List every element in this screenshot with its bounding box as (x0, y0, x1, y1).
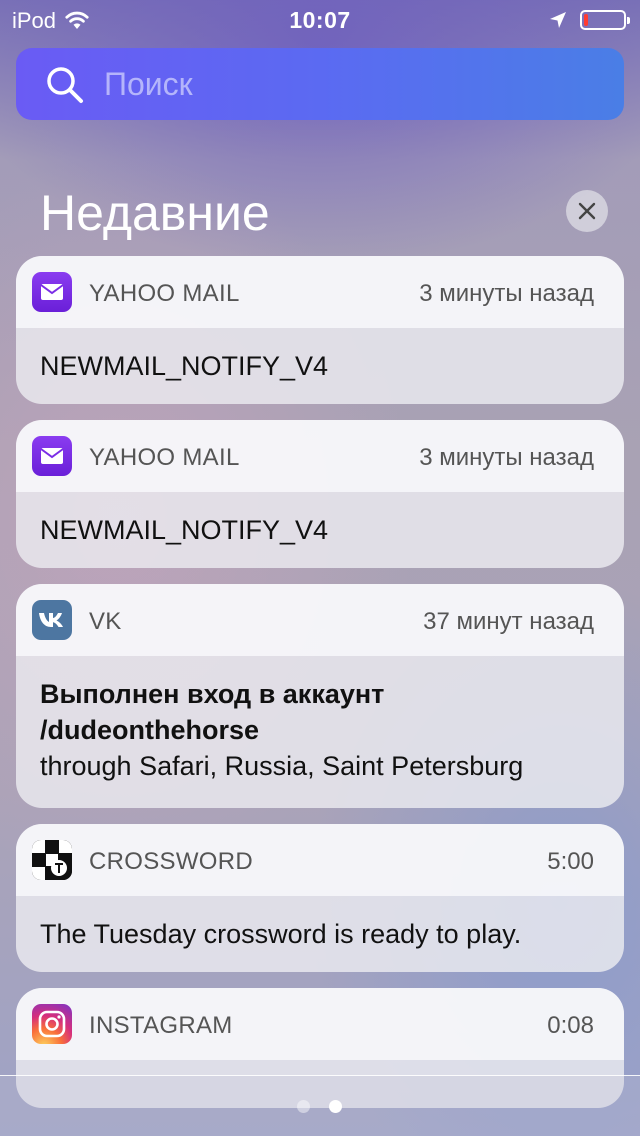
close-icon (578, 202, 596, 220)
page-dot-1[interactable] (297, 1100, 310, 1113)
notification-time: 3 минуты назад (419, 280, 594, 307)
app-name: CROSSWORD (89, 848, 254, 875)
notification-card-yahoo-1[interactable]: YAHOO MAIL 3 минуты назад NEWMAIL_NOTIFY… (16, 256, 624, 404)
app-name: YAHOO MAIL (89, 444, 240, 471)
battery-fill (584, 14, 588, 26)
section-title: Недавние (40, 185, 270, 241)
notification-title: Выполнен вход в аккаунт /dudeonthehorse (40, 679, 385, 745)
notification-body: NEWMAIL_NOTIFY_V4 (40, 351, 329, 381)
app-name: VK (89, 608, 122, 635)
location-arrow-icon (550, 12, 566, 28)
search-input[interactable] (104, 62, 604, 106)
clear-notifications-button[interactable] (566, 190, 608, 232)
notification-header: VK 37 минут назад (16, 584, 624, 656)
status-bar: iPod 10:07 (0, 0, 640, 40)
app-name: YAHOO MAIL (89, 280, 240, 307)
battery-icon (580, 10, 630, 30)
search-icon (47, 67, 83, 103)
yahoo-mail-icon (32, 436, 72, 476)
notification-content: Выполнен вход в аккаунт /dudeonthehorse … (16, 656, 624, 784)
notification-header: YAHOO MAIL 3 минуты назад (16, 420, 624, 492)
notification-body: through Safari, Russia, Saint Petersburg (40, 751, 524, 781)
instagram-icon (32, 1004, 72, 1044)
notification-time: 3 минуты назад (419, 444, 594, 471)
notification-header: INSTAGRAM 0:08 (16, 988, 624, 1060)
app-name: INSTAGRAM (89, 1012, 233, 1039)
notification-header: YAHOO MAIL 3 минуты назад (16, 256, 624, 328)
notification-body: The Tuesday crossword is ready to play. (40, 919, 522, 949)
crossword-icon (32, 840, 72, 880)
status-time: 10:07 (289, 7, 351, 33)
vk-icon (32, 600, 72, 640)
notification-header: CROSSWORD 5:00 (16, 824, 624, 896)
notification-time: 5:00 (547, 848, 594, 875)
search-bar[interactable] (16, 48, 624, 120)
notification-time: 37 минут назад (423, 608, 594, 635)
page-dot-2-active[interactable] (329, 1100, 342, 1113)
notification-card-crossword[interactable]: CROSSWORD 5:00 The Tuesday crossword is … (16, 824, 624, 972)
status-right (548, 10, 630, 30)
bottom-area (0, 1076, 640, 1136)
notification-time: 0:08 (547, 1012, 594, 1039)
notification-body: NEWMAIL_NOTIFY_V4 (40, 515, 329, 545)
notification-card-vk[interactable]: VK 37 минут назад Выполнен вход в аккаун… (16, 584, 624, 808)
notification-card-yahoo-2[interactable]: YAHOO MAIL 3 минуты назад NEWMAIL_NOTIFY… (16, 420, 624, 568)
yahoo-mail-icon (32, 272, 72, 312)
